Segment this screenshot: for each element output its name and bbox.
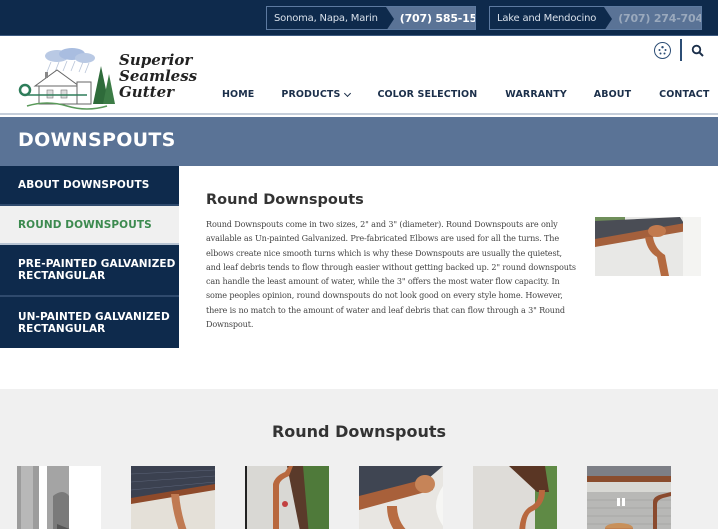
site-header: Superior Seamless Gutter HOME PRODUCTS C… — [0, 36, 718, 115]
copper-gutter-end-cap-image — [359, 466, 443, 529]
logo-text: Superior Seamless Gutter — [119, 52, 197, 100]
sidebar-item-label: PRE-PAINTED GALVANIZED RECTANGULAR — [18, 258, 176, 282]
page-title: DOWNSPOUTS — [18, 129, 176, 151]
search-icon[interactable] — [691, 44, 705, 58]
nav-color-selection[interactable]: COLOR SELECTION — [377, 89, 477, 100]
sidebar-item-un-painted-galvanized-rectangular[interactable]: UN-PAINTED GALVANIZED RECTANGULAR — [0, 297, 179, 348]
sidebar-item-label: UN-PAINTED GALVANIZED RECTANGULAR — [18, 310, 170, 335]
site-logo[interactable]: Superior Seamless Gutter — [17, 46, 197, 110]
content-body: Round Downspouts come in two sizes, 2" a… — [206, 219, 576, 330]
copper-downspout-image — [595, 217, 701, 276]
nav-products[interactable]: PRODUCTS — [281, 89, 352, 100]
gallery-title: Round Downspouts — [271, 422, 447, 441]
copper-downspout-wall-corner-image — [245, 466, 329, 529]
content-title: Round Downspouts — [206, 192, 364, 208]
sidebar-item-round-downspouts[interactable]: ROUND DOWNSPOUTS — [0, 206, 179, 245]
gallery-thumbnail[interactable] — [131, 466, 215, 529]
phone-number[interactable]: (707) 585-1580 — [386, 12, 475, 25]
header-divider — [680, 39, 682, 61]
phone-region-label: Sonoma, Napa, Marin — [267, 7, 394, 29]
main-nav: HOME PRODUCTS COLOR SELECTION WARRANTY A… — [222, 89, 709, 100]
nav-warranty[interactable]: WARRANTY — [505, 89, 567, 100]
phone-sonoma-napa-marin[interactable]: Sonoma, Napa, Marin (707) 585-1580 — [266, 6, 476, 30]
chevron-down-icon — [344, 89, 352, 97]
phone-lake-mendocino[interactable]: Lake and Mendocino (707) 274-7046 — [489, 6, 702, 30]
phone-region-label: Lake and Mendocino — [490, 7, 613, 29]
gallery-thumbnail[interactable] — [473, 466, 557, 529]
nav-about[interactable]: ABOUT — [594, 89, 631, 100]
yelp-glyph-icon — [658, 46, 667, 55]
gallery-section: Round Downspouts — [0, 389, 718, 529]
nav-home[interactable]: HOME — [222, 89, 254, 100]
phone-number[interactable]: (707) 274-7046 — [604, 12, 701, 25]
page-title-band: DOWNSPOUTS — [0, 117, 718, 166]
gallery-thumbnail[interactable] — [17, 466, 101, 529]
logo-line: Superior — [119, 51, 193, 69]
gallery-thumbnail[interactable] — [359, 466, 443, 529]
copper-downspout-white-wall-image — [473, 466, 557, 529]
house-logo-icon — [18, 48, 115, 110]
nav-products-label: PRODUCTS — [281, 89, 341, 100]
sidebar-item-pre-painted-galvanized-rectangular[interactable]: PRE-PAINTED GALVANIZED RECTANGULAR — [0, 245, 179, 297]
copper-downspout-slate-roof-image — [131, 466, 215, 529]
logo-line: Seamless — [119, 67, 198, 85]
nav-contact[interactable]: CONTACT — [659, 89, 709, 100]
yelp-icon[interactable] — [654, 42, 671, 59]
logo-line: Gutter — [119, 83, 175, 101]
gallery-thumbnail[interactable] — [245, 466, 329, 529]
top-bar: Sonoma, Napa, Marin (707) 585-1580 Lake … — [0, 0, 718, 36]
downspout-shingle-wall-planter-image — [587, 466, 671, 529]
gray-downspout-elbow-image — [17, 466, 101, 529]
gallery-thumbnail[interactable] — [587, 466, 671, 529]
sidebar-nav: ABOUT DOWNSPOUTS ROUND DOWNSPOUTS PRE-PA… — [0, 166, 179, 348]
sidebar-item-about-downspouts[interactable]: ABOUT DOWNSPOUTS — [0, 166, 179, 206]
